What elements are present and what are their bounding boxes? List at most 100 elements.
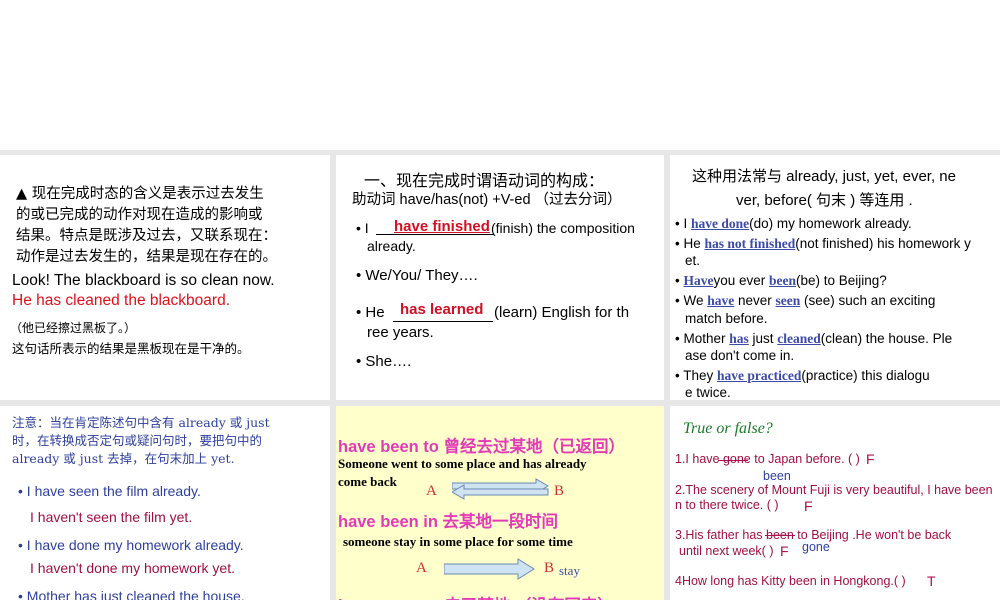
b3-rest: (be) to Beijing? xyxy=(796,273,887,288)
b5-prefix: Mother xyxy=(683,331,730,346)
blank-header-area xyxy=(0,0,1000,150)
note-line-1: 注意：当在肯定陈述句中含有 already 或 just xyxy=(12,415,270,430)
b2-rest: (not finished) his homework y xyxy=(795,236,971,251)
desc-been-to-2: come back xyxy=(338,474,397,489)
q3-correction: gone xyxy=(802,540,830,554)
panel-been-gone: have been to 曾经去过某地（已返回） Someone went to… xyxy=(336,406,664,600)
q2-answer: F xyxy=(804,498,813,514)
q3-answer: F xyxy=(780,543,789,559)
bullet: • xyxy=(675,368,684,383)
line3-prefix: • He xyxy=(356,304,385,321)
desc-been-to-1: Someone went to some place and has alrea… xyxy=(338,456,587,471)
b4-mid: never xyxy=(734,293,776,308)
bullet: • xyxy=(18,483,27,499)
label-a-1: A xyxy=(426,483,437,499)
heading-gone-to: have gone to 去了某地 （没有回来） xyxy=(338,592,614,600)
line3-answer: has learned xyxy=(400,301,484,318)
sentence-3: • Mother has just cleaned the house. xyxy=(18,588,245,600)
b5-rest: (clean) the house. Ple xyxy=(820,331,953,346)
panel-note: 注意：当在肯定陈述句中含有 already 或 just 时，在转换成否定句或疑… xyxy=(0,406,330,600)
note-result: 这句话所表示的结果是黑板现在是干净的。 xyxy=(12,341,250,356)
q4-answer: T xyxy=(927,573,936,589)
b2-answer: has not finished xyxy=(704,236,796,251)
b2-prefix: He xyxy=(683,236,705,251)
line4: • She…. xyxy=(356,353,412,370)
panel-meaning: ▲ 现在完成时态的含义是表示过去发生 的或已完成的动作对现在造成的影响或 结果。… xyxy=(0,155,330,400)
b4: • We have never seen (see) such an excit… xyxy=(675,293,935,309)
example-red: He has cleaned the blackboard. xyxy=(12,292,231,309)
structure-formula: 助动词 have/has(not) +V-ed （过去分词） xyxy=(352,192,622,208)
line3-rest: (learn) English for th xyxy=(494,304,630,321)
heading-been-to: have been to 曾经去过某地（已返回） xyxy=(338,438,625,456)
double-arrow-icon xyxy=(452,478,549,500)
adverbs-title-2: ver, before( 句末 ) 等连用 . xyxy=(736,192,913,209)
sentence-3-text: Mother has just cleaned the house. xyxy=(26,588,245,600)
note-line-3: already 或 just 去掉，在句末加上 yet. xyxy=(12,451,235,466)
q1-answer: F xyxy=(866,451,875,467)
b3: • Haveyou ever been(be) to Beijing? xyxy=(675,273,887,289)
b4-answer-1: have xyxy=(707,293,735,308)
b5-cont: ase don't come in. xyxy=(685,348,795,363)
note-translation: （他已经擦过黑板了。） xyxy=(10,321,137,335)
panel-structure: 一、现在完成时谓语动词的构成： 助动词 have/has(not) +V-ed … xyxy=(336,155,664,400)
label-b-1: B xyxy=(554,483,565,499)
desc-been-in: someone stay in some place for some time xyxy=(343,534,573,549)
sentence-2: • I have done my homework already. xyxy=(18,537,244,553)
b4-rest: (see) such an exciting xyxy=(800,293,936,308)
b3-answer-1: Have xyxy=(683,273,714,288)
example-look: Look! The blackboard is so clean now. xyxy=(12,272,275,289)
b3-answer-2: been xyxy=(769,273,797,288)
line1-cont: already. xyxy=(367,238,416,254)
sentence-1-text: I have seen the film already. xyxy=(26,483,201,499)
panel-true-false: True or false? 1.I have gone to Japan be… xyxy=(670,406,1000,600)
q1: 1.I have gone to Japan before. ( ) xyxy=(675,452,860,466)
q1-strike xyxy=(718,460,748,461)
intro-line-3: 结果。特点是既涉及过去，又联系现在： xyxy=(16,228,277,244)
heading-been-in: have been in 去某地一段时间 xyxy=(338,513,559,531)
label-b-2: B xyxy=(544,560,555,576)
sentence-1-neg: I haven't seen the film yet. xyxy=(30,509,193,525)
line3-cont: ree years. xyxy=(367,324,434,341)
label-stay: stay xyxy=(559,563,580,578)
b3-mid: you ever xyxy=(713,273,770,288)
b2-cont: et. xyxy=(685,253,701,268)
q2-line-1: 2.The scenery of Mount Fuji is very beau… xyxy=(675,483,993,497)
b4-answer-2: seen xyxy=(775,293,801,308)
b1-answer: have done xyxy=(691,216,750,231)
b4-cont: match before. xyxy=(685,311,768,326)
panel-adverbs: 这种用法常与 already, just, yet, ever, ne ver,… xyxy=(670,155,1000,400)
sentence-1: • I have seen the film already. xyxy=(18,483,201,499)
note-line-2: 时，在转换成否定句或疑问句时，要把句中的 xyxy=(12,433,263,448)
sentence-2-text: I have done my homework already. xyxy=(26,537,244,553)
intro-line-4: 动作是过去发生的，结果是现在存在的。 xyxy=(16,249,277,265)
tf-title: True or false? xyxy=(683,420,773,437)
arrow-right-icon xyxy=(444,558,535,580)
q3-strike xyxy=(765,535,795,536)
line1-answer: have finished xyxy=(394,218,490,235)
b1-prefix: I xyxy=(683,216,691,231)
intro-line-1: ▲ 现在完成时态的含义是表示过去发生 xyxy=(16,186,264,202)
intro-line-2: 的或已完成的动作对现在造成的影响或 xyxy=(16,207,263,223)
line1-rest: (finish) the composition xyxy=(491,220,635,236)
b6-rest: (practice) this dialogu xyxy=(801,368,930,383)
b5-mid: just xyxy=(748,331,778,346)
b6-prefix: They xyxy=(683,368,717,383)
b1: • I have done(do) my homework already. xyxy=(675,216,912,232)
q2-line-2: n to there twice. ( ) xyxy=(675,498,779,512)
sentence-2-neg: I haven't done my homework yet. xyxy=(30,560,235,576)
bullet: • xyxy=(18,588,27,600)
b5-answer-2: cleaned xyxy=(777,331,821,346)
b5-answer-1: has xyxy=(729,331,749,346)
b1-rest: (do) my homework already. xyxy=(749,216,912,231)
label-a-2: A xyxy=(416,560,427,576)
adverbs-title-1: 这种用法常与 already, just, yet, ever, ne xyxy=(692,168,956,185)
b5: • Mother has just cleaned(clean) the hou… xyxy=(675,331,952,347)
line3-blank xyxy=(393,321,493,322)
b6: • They have practiced(practice) this dia… xyxy=(675,368,930,384)
b2: • He has not finished(not finished) his … xyxy=(675,236,971,252)
line1-prefix: • I xyxy=(356,220,369,236)
b6-cont: e twice. xyxy=(685,385,731,400)
b6-answer: have practiced xyxy=(717,368,802,383)
bullet: • xyxy=(18,537,27,553)
line2: • We/You/ They…. xyxy=(356,267,478,284)
